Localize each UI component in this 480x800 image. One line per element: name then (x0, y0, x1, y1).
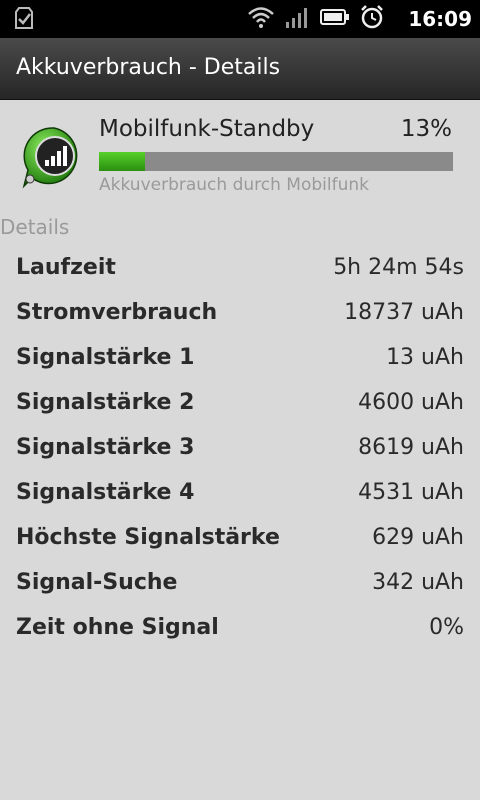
detail-value: 4531 uAh (358, 480, 464, 505)
detail-row: Signalstärke 1 13 uAh (0, 336, 480, 381)
detail-value: 342 uAh (372, 570, 464, 595)
detail-value: 629 uAh (372, 525, 464, 550)
detail-label: Signalstärke 2 (16, 390, 195, 415)
detail-row: Zeit ohne Signal 0% (0, 606, 480, 651)
clock-time: 16:09 (408, 7, 472, 31)
item-name: Mobilfunk-Standby (99, 116, 315, 142)
detail-row: Stromverbrauch 18737 uAh (0, 291, 480, 336)
checkmark-notification-icon[interactable] (12, 6, 36, 30)
usage-bar (99, 152, 453, 171)
usage-caption: Akkuverbrauch durch Mobilfunk (99, 175, 369, 195)
detail-label: Zeit ohne Signal (16, 615, 219, 640)
wifi-icon (248, 6, 274, 32)
usage-bar-fill (99, 152, 146, 171)
status-bar: 16:09 (0, 0, 480, 38)
detail-row: Signalstärke 4 4531 uAh (0, 471, 480, 516)
detail-row: Signalstärke 2 4600 uAh (0, 381, 480, 426)
detail-value: 8619 uAh (358, 435, 464, 460)
detail-label: Signalstärke 1 (16, 345, 195, 370)
detail-value: 4600 uAh (358, 390, 464, 415)
page-title: Akkuverbrauch - Details (16, 55, 281, 80)
detail-value: 0% (429, 615, 464, 640)
detail-row: Höchste Signalstärke 629 uAh (0, 516, 480, 561)
detail-row: Signalstärke 3 8619 uAh (0, 426, 480, 471)
detail-row: Signal-Suche 342 uAh (0, 561, 480, 606)
details-list: Laufzeit 5h 24m 54s Stromverbrauch 18737 u… (0, 246, 480, 651)
detail-label: Laufzeit (16, 255, 116, 280)
battery-icon (320, 7, 350, 31)
detail-label: Höchste Signalstärke (16, 525, 280, 550)
detail-label: Signal-Suche (16, 570, 178, 595)
detail-value: 5h 24m 54s (333, 255, 464, 280)
section-title: Details (0, 215, 70, 239)
detail-value: 18737 uAh (344, 300, 464, 325)
detail-value: 13 uAh (386, 345, 464, 370)
usage-percent: 13% (400, 116, 452, 142)
detail-label: Signalstärke 4 (16, 480, 195, 505)
signal-icon (284, 6, 310, 32)
detail-row: Laufzeit 5h 24m 54s (0, 246, 480, 291)
title-bar: Akkuverbrauch - Details (0, 38, 480, 100)
alarm-clock-icon (360, 5, 384, 33)
detail-label: Stromverbrauch (16, 300, 218, 325)
detail-label: Signalstärke 3 (16, 435, 195, 460)
cell-signal-app-icon (18, 124, 84, 190)
